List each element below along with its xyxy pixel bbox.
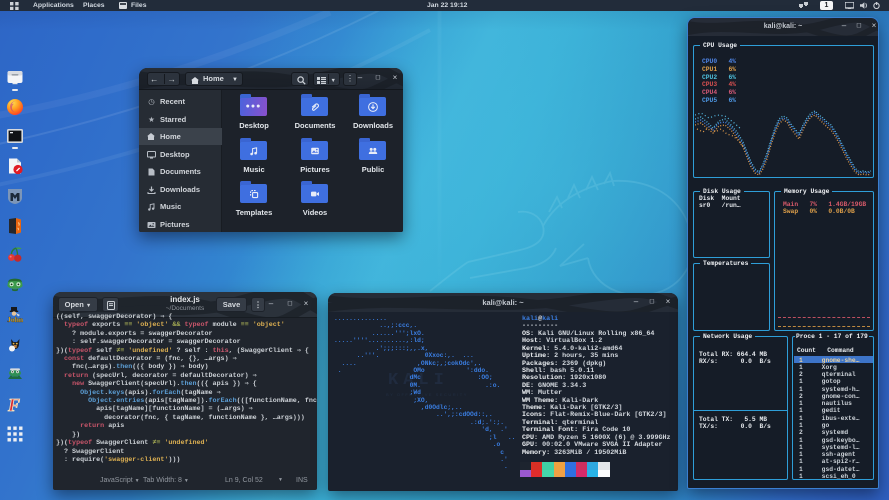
svg-text:John: John [7, 315, 24, 324]
svg-text:F: F [7, 395, 20, 413]
